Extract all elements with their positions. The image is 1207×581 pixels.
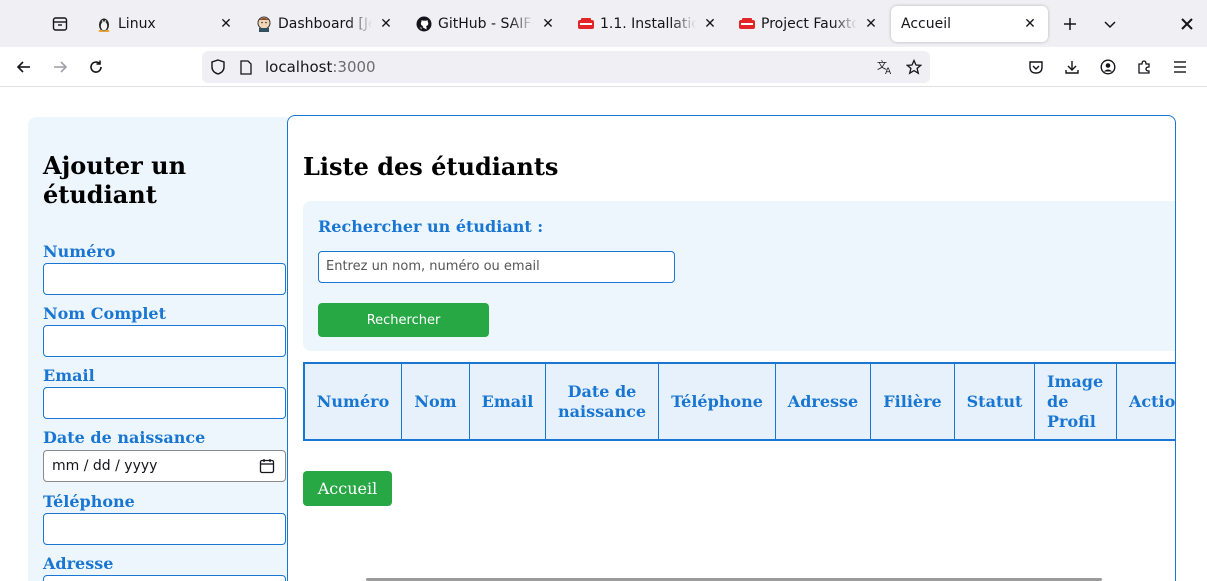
column-header-date-naissance: Date de naissance [546, 364, 659, 439]
student-list-panel: Liste des étudiants Rechercher un étudia… [287, 115, 1176, 581]
couchdb-icon [578, 16, 594, 32]
url-text[interactable]: localhost:3000 [265, 58, 376, 76]
tab-title: Linux [118, 16, 156, 32]
extensions-icon[interactable] [1130, 53, 1158, 81]
url-host: localhost [265, 58, 333, 76]
date-placeholder: mm / dd / yyyy [52, 458, 158, 474]
adresse-label: Adresse [43, 554, 114, 573]
browser-tab-bar: Linux ✕ Dashboard [Jenkins] ✕ GitHub - S… [0, 0, 1207, 47]
numero-label: Numéro [43, 242, 116, 261]
tab-title: Accueil [901, 16, 951, 32]
email-label: Email [43, 366, 95, 385]
column-header-telephone: Téléphone [659, 364, 776, 439]
column-header-nom: Nom [402, 364, 470, 439]
column-header-adresse: Adresse [776, 364, 871, 439]
new-tab-icon[interactable] [1056, 10, 1084, 38]
nom-complet-label: Nom Complet [43, 304, 166, 323]
column-header-email: Email [470, 364, 546, 439]
list-title: Liste des étudiants [303, 152, 559, 181]
search-button[interactable]: Rechercher [318, 303, 489, 337]
translate-icon[interactable]: 文A [872, 53, 900, 81]
add-student-form: Ajouter un étudiant Numéro Nom Complet E… [28, 117, 288, 581]
close-tab-icon[interactable]: ✕ [378, 16, 394, 32]
reload-icon[interactable] [82, 53, 110, 81]
email-input[interactable] [43, 387, 286, 419]
couchdb-icon [739, 16, 755, 32]
numero-input[interactable] [43, 263, 286, 295]
tab-jenkins[interactable]: Dashboard [Jenkins] ✕ [246, 6, 404, 42]
close-tab-icon[interactable]: ✕ [1022, 16, 1038, 32]
search-input[interactable]: Entrez un nom, numéro ou email [318, 251, 675, 283]
column-header-actions: Actions [1117, 364, 1175, 439]
pocket-icon[interactable] [1022, 53, 1050, 81]
calendar-icon[interactable] [259, 458, 275, 474]
svg-text:A: A [885, 67, 892, 75]
nom-complet-input[interactable] [43, 325, 286, 357]
column-header-statut: Statut [955, 364, 1035, 439]
url-port: :3000 [332, 58, 376, 76]
telephone-input[interactable] [43, 513, 286, 545]
browser-nav-bar: localhost:3000 文A [0, 47, 1207, 87]
tab-title: GitHub - SAIF-E [438, 16, 534, 32]
tab-project-fauxton[interactable]: Project Fauxton ✕ [729, 6, 889, 42]
chevron-down-icon[interactable] [1096, 10, 1124, 38]
jenkins-icon [256, 16, 272, 32]
shield-icon[interactable] [204, 53, 232, 81]
page-icon[interactable] [232, 53, 260, 81]
page-content: Ajouter un étudiant Numéro Nom Complet E… [0, 88, 1207, 581]
bookmark-star-icon[interactable] [900, 53, 928, 81]
close-window-icon[interactable] [1173, 10, 1201, 38]
hamburger-menu-icon[interactable] [1166, 53, 1194, 81]
date-naissance-input[interactable]: mm / dd / yyyy [43, 450, 286, 482]
linux-tux-icon [96, 16, 112, 32]
students-table-header: Numéro Nom Email Date de naissance Télép… [303, 362, 1175, 441]
tab-title: Dashboard [Jenkins] [278, 16, 372, 32]
back-arrow-icon[interactable] [10, 53, 38, 81]
close-tab-icon[interactable]: ✕ [702, 16, 718, 32]
telephone-label: Téléphone [43, 492, 135, 511]
date-naissance-label: Date de naissance [43, 428, 206, 447]
tab-overview-icon[interactable] [46, 12, 74, 36]
tab-accueil[interactable]: Accueil ✕ [891, 6, 1048, 42]
close-tab-icon[interactable]: ✕ [540, 16, 556, 32]
tab-linux[interactable]: Linux ✕ [86, 6, 244, 42]
github-icon [416, 16, 432, 32]
tab-title: Project Fauxton [761, 16, 857, 32]
accueil-button[interactable]: Accueil [303, 471, 392, 506]
adresse-input[interactable] [43, 575, 286, 581]
tab-installation[interactable]: 1.1. Installation ✕ [568, 6, 728, 42]
tab-title: 1.1. Installation [600, 16, 696, 32]
forward-arrow-icon[interactable] [46, 53, 74, 81]
search-section: Rechercher un étudiant : Entrez un nom, … [303, 201, 1175, 351]
column-header-numero: Numéro [305, 364, 402, 439]
tab-github[interactable]: GitHub - SAIF-E ✕ [406, 6, 566, 42]
form-title: Ajouter un étudiant [43, 151, 187, 209]
column-header-filiere: Filière [871, 364, 955, 439]
close-tab-icon[interactable]: ✕ [218, 16, 234, 32]
column-header-image-profil: Image de Profil [1035, 364, 1117, 439]
close-tab-icon[interactable]: ✕ [863, 16, 879, 32]
address-bar[interactable]: localhost:3000 文A [202, 51, 930, 83]
account-icon[interactable] [1094, 53, 1122, 81]
search-label: Rechercher un étudiant : [318, 217, 544, 236]
downloads-icon[interactable] [1058, 53, 1086, 81]
